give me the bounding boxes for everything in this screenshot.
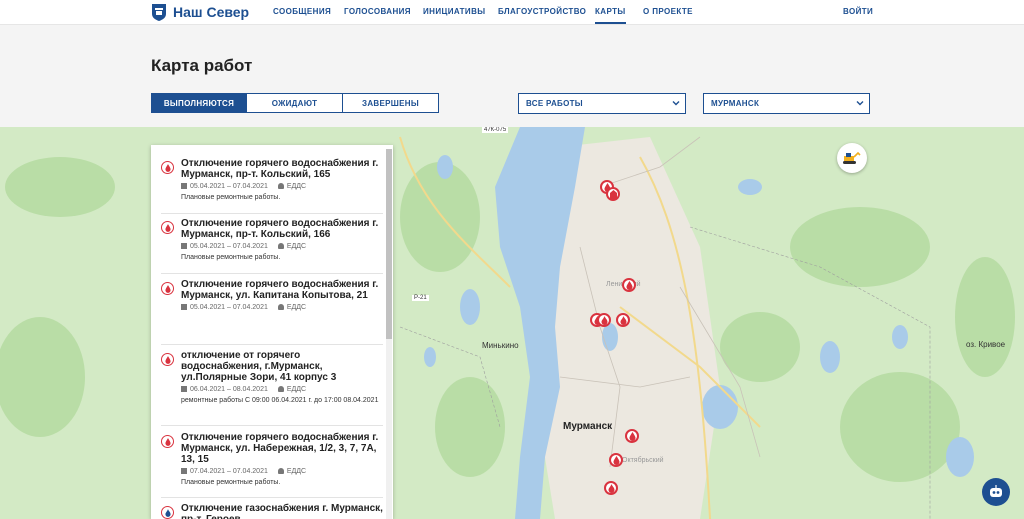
- work-item[interactable]: Отключение горячего водоснабжения г. Мур…: [161, 279, 383, 345]
- tab-in-progress[interactable]: Выполняются: [151, 93, 247, 113]
- work-item[interactable]: Отключение горячего водоснабжения г. Мур…: [161, 158, 383, 214]
- work-description: Плановые ремонтные работы.: [181, 479, 281, 486]
- work-org: ЕДДС: [286, 386, 307, 393]
- person-icon: [277, 468, 284, 475]
- water-drop-icon: [626, 280, 632, 290]
- work-description: Плановые ремонтные работы.: [181, 194, 281, 201]
- chevron-down-icon: [672, 101, 680, 106]
- map-label-road-r21: Р-21: [412, 295, 429, 301]
- status-tabs: Выполняются Ожидают Завершены: [151, 93, 439, 113]
- work-title: Отключение горячего водоснабжения г. Мур…: [181, 158, 379, 180]
- work-org: ЕДДС: [286, 304, 307, 311]
- work-meta: 05.04.2021 – 07.04.2021 ЕДДС: [181, 183, 383, 190]
- nav-maps[interactable]: Карты: [595, 7, 626, 24]
- work-dates: 07.04.2021 – 07.04.2021: [190, 468, 268, 475]
- water-drop-icon: [161, 435, 174, 448]
- works-type-value: Все работы: [526, 99, 583, 108]
- nav-votes[interactable]: Голосования: [344, 7, 411, 16]
- works-layer-button[interactable]: [837, 143, 867, 173]
- chat-bot-button[interactable]: [982, 478, 1010, 506]
- nav-improvement[interactable]: Благоустройство: [498, 7, 586, 16]
- work-meta: 06.04.2021 – 08.04.2021 ЕДДС: [181, 386, 383, 393]
- work-org: ЕДДС: [286, 183, 307, 190]
- person-icon: [277, 243, 284, 250]
- gas-flame-icon: [608, 483, 614, 493]
- work-title: отключение от горячего водоснабжения, г.…: [181, 350, 337, 383]
- panel-scrollbar[interactable]: [386, 149, 392, 519]
- work-description: Плановые ремонтные работы.: [181, 254, 281, 261]
- works-type-select[interactable]: Все работы: [518, 93, 686, 114]
- nav-messages[interactable]: Сообщения: [273, 7, 331, 16]
- work-description: ремонтные работы С 09:00 06.04.2021 г. д…: [181, 397, 379, 404]
- gas-flame-icon: [620, 315, 626, 325]
- work-meta: 07.04.2021 – 07.04.2021 ЕДДС: [181, 468, 383, 475]
- work-item[interactable]: отключение от горячего водоснабжения, г.…: [161, 350, 383, 426]
- water-drop-icon: [161, 353, 174, 366]
- nav-initiatives[interactable]: Инициативы: [423, 7, 486, 16]
- calendar-icon: [181, 183, 187, 190]
- work-meta: 05.04.2021 – 07.04.2021 ЕДДС: [181, 304, 383, 311]
- map-marker[interactable]: [597, 313, 611, 327]
- top-navigation: Наш Север Сообщения Голосования Инициати…: [0, 0, 1024, 25]
- water-drop-icon: [613, 455, 619, 465]
- map-label-minkino: Минькино: [482, 341, 519, 350]
- city-select[interactable]: Мурманск: [703, 93, 870, 114]
- tab-pending[interactable]: Ожидают: [247, 93, 343, 113]
- works-list-panel[interactable]: Отключение горячего водоснабжения г. Мур…: [151, 145, 393, 519]
- map-marker[interactable]: [625, 429, 639, 443]
- map-marker[interactable]: [606, 187, 620, 201]
- excavator-icon: [843, 151, 861, 164]
- page-title: Карта работ: [151, 56, 253, 75]
- work-dates: 05.04.2021 – 07.04.2021: [190, 243, 268, 250]
- robot-icon: [990, 485, 1002, 497]
- person-icon: [277, 304, 284, 311]
- nav-about[interactable]: О проекте: [643, 7, 693, 16]
- map-label-krivoe: оз. Кривое: [966, 340, 1006, 349]
- work-item[interactable]: Отключение газоснабжения г. Мурманск, пр…: [161, 503, 383, 519]
- tab-completed[interactable]: Завершены: [343, 93, 439, 113]
- map-marker[interactable]: [604, 481, 618, 495]
- map-marker[interactable]: [622, 278, 636, 292]
- work-title: Отключение горячего водоснабжения г. Мур…: [181, 279, 379, 301]
- city-value: Мурманск: [711, 99, 760, 108]
- person-icon: [277, 386, 284, 393]
- work-item[interactable]: Отключение горячего водоснабжения г. Мур…: [161, 218, 383, 274]
- map-marker[interactable]: [609, 453, 623, 467]
- water-drop-icon: [161, 282, 174, 295]
- map-label-murmansk: Мурманск: [563, 421, 613, 432]
- map-marker[interactable]: [616, 313, 630, 327]
- work-title: Отключение газоснабжения г. Мурманск, пр…: [181, 503, 383, 519]
- crest-icon: [152, 4, 166, 21]
- chevron-down-icon: [856, 101, 864, 106]
- work-org: ЕДДС: [286, 468, 307, 475]
- brand-name: Наш Север: [173, 4, 250, 20]
- water-drop-icon: [161, 221, 174, 234]
- person-icon: [277, 183, 284, 190]
- work-dates: 05.04.2021 – 07.04.2021: [190, 183, 268, 190]
- map-label-road-47k: 47К-075: [482, 127, 509, 133]
- work-meta: 05.04.2021 – 07.04.2021 ЕДДС: [181, 243, 383, 250]
- water-drop-icon: [629, 431, 635, 441]
- calendar-icon: [181, 468, 187, 475]
- gas-flame-icon: [601, 315, 607, 325]
- work-dates: 06.04.2021 – 08.04.2021: [190, 386, 268, 393]
- map-label-district-okt: Октябрьский: [622, 457, 664, 464]
- brand-logo[interactable]: Наш Север: [151, 2, 249, 22]
- calendar-icon: [181, 386, 187, 393]
- calendar-icon: [181, 243, 187, 250]
- water-drop-icon: [161, 161, 174, 174]
- scroll-thumb[interactable]: [386, 149, 392, 339]
- work-title: Отключение горячего водоснабжения г. Мур…: [181, 218, 379, 240]
- work-title: Отключение горячего водоснабжения г. Мур…: [181, 432, 379, 465]
- login-link[interactable]: Войти: [843, 7, 873, 16]
- work-item[interactable]: Отключение горячего водоснабжения г. Мур…: [161, 432, 383, 498]
- work-org: ЕДДС: [286, 243, 307, 250]
- gas-flame-icon: [161, 506, 174, 519]
- building-icon: [609, 189, 617, 199]
- calendar-icon: [181, 304, 187, 311]
- work-dates: 05.04.2021 – 07.04.2021: [190, 304, 268, 311]
